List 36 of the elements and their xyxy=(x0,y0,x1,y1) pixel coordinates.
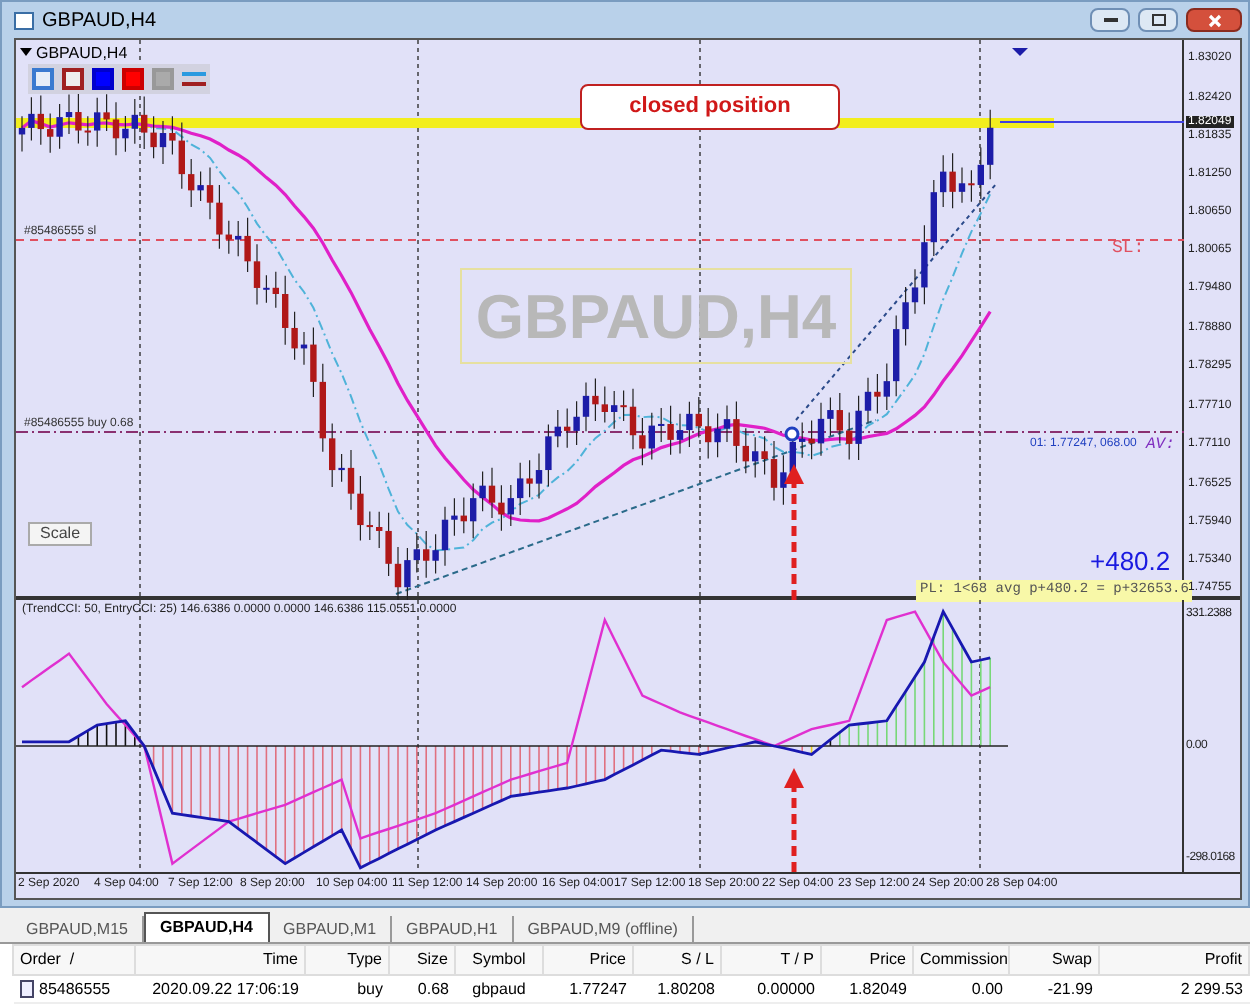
table-cell: 1.80208 xyxy=(657,979,715,997)
chart-tab[interactable]: GBPAUD,H1 xyxy=(392,916,514,942)
column-header[interactable]: Size xyxy=(389,945,455,975)
table-cell: 2020.09.22 17:06:19 xyxy=(152,979,299,997)
table-cell: buy xyxy=(357,979,383,997)
column-header[interactable]: S / L xyxy=(633,945,721,975)
table-cell: -21.99 xyxy=(1047,979,1093,997)
chart-tab[interactable]: GBPAUD,M1 xyxy=(269,916,393,942)
column-header[interactable]: Order / xyxy=(13,945,135,975)
table-cell: 85486555 xyxy=(39,977,111,1001)
closed-position-label: closed position xyxy=(580,84,840,130)
column-header[interactable]: T / P xyxy=(721,945,821,975)
column-header[interactable]: Symbol xyxy=(455,945,543,975)
profit-label: +480.2 xyxy=(1090,544,1171,580)
chart-tab[interactable]: GBPAUD,M9 (offline) xyxy=(513,916,694,942)
window-title: GBPAUD,H4 xyxy=(42,7,157,35)
stop-loss-tag: SL: xyxy=(1112,236,1145,263)
chart-symbol-label: GBPAUD,H4 xyxy=(36,42,128,66)
table-cell: 1.82049 xyxy=(849,979,907,997)
table-cell: 0.00000 xyxy=(757,979,815,997)
table-cell: 0.00 xyxy=(971,979,1003,997)
column-header[interactable]: Commission xyxy=(913,945,1009,975)
column-header[interactable]: Price xyxy=(821,945,913,975)
table-cell: 0.68 xyxy=(417,979,449,997)
scale-button[interactable]: Scale xyxy=(28,522,93,546)
symbol-watermark: GBPAUD,H4 xyxy=(460,268,852,364)
column-header[interactable]: Swap xyxy=(1009,945,1099,975)
chart-tab[interactable]: GBPAUD,H4 xyxy=(143,912,270,942)
column-header[interactable]: Price xyxy=(543,945,633,975)
column-header[interactable]: Time xyxy=(135,945,305,975)
column-header[interactable]: Type xyxy=(305,945,389,975)
table-cell: gbpaud xyxy=(472,979,526,997)
average-tag: AV: xyxy=(1146,434,1175,458)
table-cell: 1.77247 xyxy=(569,979,627,997)
column-header[interactable]: Profit xyxy=(1099,945,1249,975)
table-cell: 2 299.53 xyxy=(1180,979,1243,997)
